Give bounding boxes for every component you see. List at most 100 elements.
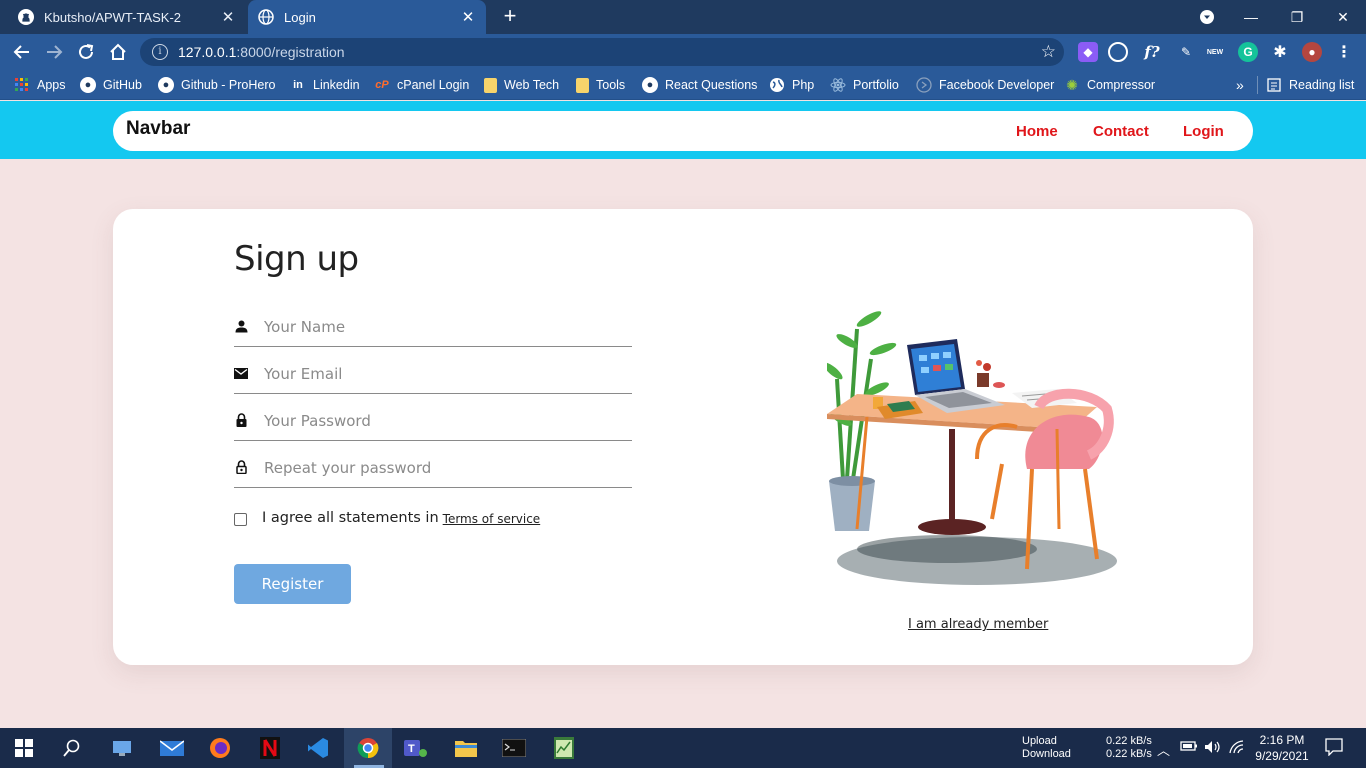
email-input[interactable] — [264, 362, 624, 386]
browser-tab-strip: Kbutsho/APWT-TASK-2 ✕ Login ✕ + — ❐ ✕ — [0, 0, 1366, 34]
bookmark-github[interactable]: ● GitHub — [80, 76, 142, 94]
new-tab-button[interactable]: + — [498, 4, 522, 28]
grammarly-icon[interactable]: G — [1238, 42, 1258, 62]
tab-title: Kbutsho/APWT-TASK-2 — [44, 9, 182, 25]
password-input[interactable] — [264, 409, 624, 433]
site-info-icon[interactable]: i — [152, 44, 168, 60]
netflix-icon[interactable] — [258, 736, 282, 760]
bookmark-tools[interactable]: Tools — [576, 76, 625, 94]
repeat-password-field — [234, 450, 632, 488]
browser-toolbar: i 127.0.0.1:8000/registration ☆ ◆ f? ✎ N… — [0, 34, 1366, 70]
close-window-icon[interactable]: ✕ — [1320, 0, 1366, 34]
extension-new-icon[interactable]: NEW — [1205, 42, 1225, 62]
notifications-icon[interactable] — [1325, 738, 1343, 759]
profile-avatar[interactable]: ● — [1302, 42, 1322, 62]
bookmark-portfolio[interactable]: Portfolio — [830, 76, 899, 94]
windows-start-icon[interactable] — [12, 736, 36, 760]
battery-icon[interactable] — [1180, 740, 1198, 755]
agree-checkbox[interactable] — [234, 513, 247, 526]
home-icon[interactable] — [106, 40, 130, 64]
nav-link-login[interactable]: Login — [1183, 123, 1224, 140]
bookmark-star-icon[interactable]: ☆ — [1041, 42, 1056, 62]
bookmark-label: Linkedin — [313, 78, 360, 92]
terms-of-service-link[interactable]: Terms of service — [443, 512, 541, 526]
extension-pen-icon[interactable]: ✎ — [1176, 42, 1196, 62]
chevron-up-icon[interactable]: ︿ — [1157, 740, 1170, 759]
bookmark-label: Facebook Developer — [939, 78, 1055, 92]
more-bookmarks-button[interactable]: » — [1236, 76, 1244, 94]
reload-icon[interactable] — [74, 40, 98, 64]
task-manager-icon[interactable] — [552, 736, 576, 760]
bookmark-label: Apps — [37, 78, 66, 92]
lock-outline-icon — [234, 460, 248, 474]
bookmark-label: Github - ProHero — [181, 78, 276, 92]
bookmark-cpanel[interactable]: cP cPanel Login — [374, 76, 469, 94]
menu-kebab-icon[interactable]: ⋮ — [1334, 42, 1354, 62]
bookmark-github-prohero[interactable]: ● Github - ProHero — [158, 76, 275, 94]
folder-icon — [576, 77, 589, 93]
teams-icon[interactable]: T — [404, 736, 428, 760]
file-explorer-icon[interactable] — [454, 736, 478, 760]
bookmark-label: GitHub — [103, 78, 142, 92]
facebook-developer-icon — [916, 77, 932, 93]
network-rates: 0.22 kB/s 0.22 kB/s — [1106, 735, 1152, 761]
tab-github-repo[interactable]: Kbutsho/APWT-TASK-2 ✕ — [8, 0, 246, 34]
nav-link-contact[interactable]: Contact — [1093, 123, 1149, 140]
extension-sync-icon[interactable] — [1108, 42, 1128, 62]
close-icon[interactable]: ✕ — [220, 8, 236, 26]
bookmark-apps[interactable]: Apps — [14, 76, 66, 94]
clock-time: 2:16 PM — [1259, 733, 1305, 747]
minimize-icon[interactable]: — — [1228, 0, 1274, 34]
vscode-icon[interactable] — [306, 736, 330, 760]
tab-login[interactable]: Login ✕ — [248, 0, 486, 34]
network-labels: Upload Download — [1022, 735, 1071, 761]
github-icon — [18, 9, 34, 25]
nav-link-home[interactable]: Home — [1016, 123, 1058, 140]
tab-search-icon[interactable] — [1184, 0, 1230, 34]
navbar-brand[interactable]: Navbar — [126, 118, 190, 140]
close-icon[interactable]: ✕ — [460, 8, 476, 26]
bookmark-linkedin[interactable]: in Linkedin — [290, 76, 360, 94]
download-label: Download — [1022, 748, 1071, 760]
system-clock[interactable]: 2:16 PM 9/29/2021 — [1252, 732, 1312, 764]
bookmark-facebook-developer[interactable]: Facebook Developer — [916, 76, 1054, 94]
bookmark-compressor[interactable]: ✺ Compressor — [1064, 76, 1155, 94]
back-icon[interactable] — [10, 40, 34, 64]
already-member-link[interactable]: I am already member — [908, 617, 1048, 632]
remote-desktop-icon[interactable] — [110, 736, 134, 760]
windows-taskbar: T Upload Download 0.22 kB/s 0.22 kB/s ︿ … — [0, 728, 1366, 768]
mail-icon[interactable] — [160, 736, 184, 760]
globe-icon — [258, 9, 274, 25]
extension-icon[interactable]: ◆ — [1078, 42, 1098, 62]
bookmark-react-questions[interactable]: ● React Questions — [642, 76, 757, 94]
forward-icon[interactable] — [42, 40, 66, 64]
upload-rate: 0.22 kB/s — [1106, 735, 1152, 747]
chrome-icon[interactable] — [356, 736, 380, 760]
address-bar[interactable]: i 127.0.0.1:8000/registration ☆ — [140, 38, 1064, 66]
restore-icon[interactable]: ❐ — [1274, 0, 1320, 34]
firefox-icon[interactable] — [208, 736, 232, 760]
email-field — [234, 356, 632, 394]
react-icon — [830, 77, 846, 93]
page-title: Sign up — [234, 239, 359, 279]
signup-card: Sign up I agree all statements in Terms … — [113, 209, 1253, 665]
bookmark-label: cPanel Login — [397, 78, 470, 92]
search-icon[interactable] — [60, 736, 84, 760]
repeat-password-input[interactable] — [264, 456, 624, 480]
agree-label: I agree all statements in — [262, 509, 439, 526]
bookmark-php[interactable]: Php — [769, 76, 814, 94]
volume-icon[interactable] — [1204, 740, 1222, 757]
reading-list-button[interactable]: Reading list — [1266, 76, 1354, 94]
name-input[interactable] — [264, 315, 624, 339]
bookmark-web-tech[interactable]: Web Tech — [484, 76, 559, 94]
extensions-puzzle-icon[interactable]: ✱ — [1270, 42, 1290, 62]
wifi-icon[interactable] — [1229, 740, 1245, 757]
bookmark-label: React Questions — [665, 78, 758, 92]
register-button[interactable]: Register — [234, 564, 351, 604]
extension-fx-icon[interactable]: f? — [1142, 42, 1162, 62]
url-path: :8000/registration — [236, 44, 345, 60]
github-icon: ● — [642, 77, 658, 93]
tab-title: Login — [284, 9, 316, 25]
terminal-icon[interactable] — [502, 736, 526, 760]
terms-agreement: I agree all statements in Terms of servi… — [234, 509, 540, 526]
